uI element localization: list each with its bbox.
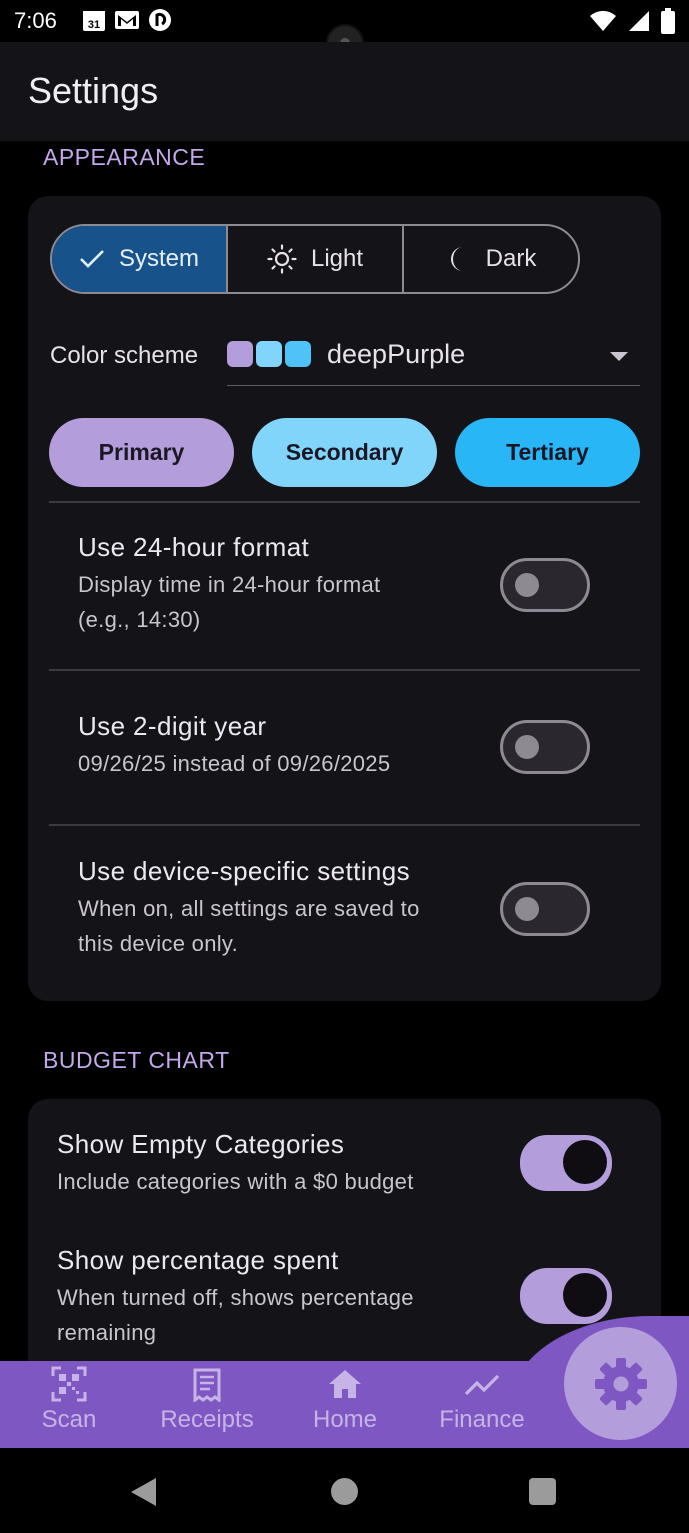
setting-subtitle: When on, all settings are saved to this … <box>78 896 420 956</box>
setting-show-empty-categories: Show Empty Categories Include categories… <box>57 1129 497 1199</box>
gear-icon <box>594 1357 647 1410</box>
tertiary-chip[interactable]: Tertiary <box>455 418 640 487</box>
budget-chart-section-header: BUDGET CHART <box>43 1047 230 1073</box>
dropdown-arrow-icon <box>610 352 628 361</box>
nav-label: Scan <box>41 1406 97 1433</box>
page-title: Settings <box>28 70 159 111</box>
system-navigation-bar <box>0 1448 689 1533</box>
home-circle-icon[interactable] <box>331 1478 358 1505</box>
toggle-device-specific[interactable] <box>500 882 590 936</box>
setting-subtitle: 09/26/25 instead of 09/26/2025 <box>78 751 391 776</box>
setting-24-hour-format: Use 24-hour format Display time in 24-ho… <box>78 532 498 637</box>
status-bar: 7:06 31 <box>0 0 689 62</box>
theme-option-label: Dark <box>485 245 537 272</box>
setting-show-percentage-spent: Show percentage spent When turned off, s… <box>57 1245 497 1350</box>
nav-label: Receipts <box>160 1406 254 1433</box>
battery-icon <box>661 8 675 34</box>
toggle-24-hour-format[interactable] <box>500 558 590 612</box>
theme-mode-selector: System Light Dark <box>50 224 580 294</box>
setting-subtitle: Include categories with a $0 budget <box>57 1169 414 1194</box>
divider <box>49 501 640 503</box>
setting-device-specific: Use device-specific settings When on, al… <box>78 856 498 961</box>
svg-text:31: 31 <box>88 19 100 31</box>
nav-label: Finance <box>439 1406 525 1433</box>
color-chips: Primary Secondary Tertiary <box>49 418 640 487</box>
secondary-swatch <box>256 341 282 367</box>
moon-icon <box>450 247 463 271</box>
setting-title: Show Empty Categories <box>57 1129 345 1159</box>
primary-chip[interactable]: Primary <box>49 418 234 487</box>
appearance-card: System Light Dark Color scheme deepPurpl… <box>28 196 661 1001</box>
secondary-chip[interactable]: Secondary <box>252 418 437 487</box>
recents-icon[interactable] <box>529 1478 556 1505</box>
tertiary-swatch <box>285 341 311 367</box>
signal-icon <box>629 11 649 31</box>
gmail-icon <box>115 11 139 29</box>
divider <box>49 669 640 671</box>
status-time: 7:06 <box>14 8 57 33</box>
wifi-icon <box>590 10 616 31</box>
color-swatches <box>227 341 311 367</box>
setting-subtitle: When turned off, shows percentage remain… <box>57 1285 414 1345</box>
color-scheme-row: Color scheme deepPurple <box>50 326 640 386</box>
toggle-2-digit-year[interactable] <box>500 720 590 774</box>
back-icon[interactable] <box>131 1478 156 1506</box>
toggle-show-percentage-spent[interactable] <box>520 1268 612 1324</box>
setting-2-digit-year: Use 2-digit year 09/26/25 instead of 09/… <box>78 711 498 781</box>
color-scheme-dropdown[interactable]: deepPurple <box>227 326 640 386</box>
theme-option-dark[interactable]: Dark <box>404 226 578 292</box>
theme-option-label: Light <box>310 245 364 272</box>
trending-up-icon <box>464 1374 500 1396</box>
color-scheme-label: Color scheme <box>50 342 199 369</box>
nav-item-home[interactable]: Home <box>285 1366 405 1434</box>
setting-title: Show percentage spent <box>57 1245 339 1275</box>
home-icon <box>329 1370 361 1398</box>
theme-option-label: System <box>118 245 199 272</box>
calendar-icon: 31 <box>83 11 105 31</box>
receipt-icon <box>193 1368 221 1402</box>
settings-fab[interactable] <box>564 1327 677 1440</box>
setting-subtitle: Display time in 24-hour format (e.g., 14… <box>78 572 381 632</box>
nav-label: Home <box>312 1406 378 1433</box>
pocket-casts-icon <box>149 9 171 31</box>
setting-title: Use device-specific settings <box>78 856 410 886</box>
nav-item-scan[interactable]: Scan <box>9 1366 129 1434</box>
nav-item-finance[interactable]: Finance <box>422 1366 542 1434</box>
app-bar: Settings <box>0 42 689 141</box>
qr-code-icon <box>51 1366 87 1402</box>
appearance-section-header: APPEARANCE <box>43 144 206 170</box>
theme-option-system[interactable]: System <box>52 226 228 292</box>
color-scheme-value: deepPurple <box>327 339 466 369</box>
nav-item-receipts[interactable]: Receipts <box>147 1366 267 1434</box>
setting-title: Use 24-hour format <box>78 532 310 562</box>
check-icon <box>80 250 104 268</box>
toggle-show-empty-categories[interactable] <box>520 1135 612 1191</box>
divider <box>49 824 640 826</box>
primary-swatch <box>227 341 253 367</box>
sun-icon <box>267 244 297 274</box>
setting-title: Use 2-digit year <box>78 711 267 741</box>
theme-option-light[interactable]: Light <box>228 226 404 292</box>
